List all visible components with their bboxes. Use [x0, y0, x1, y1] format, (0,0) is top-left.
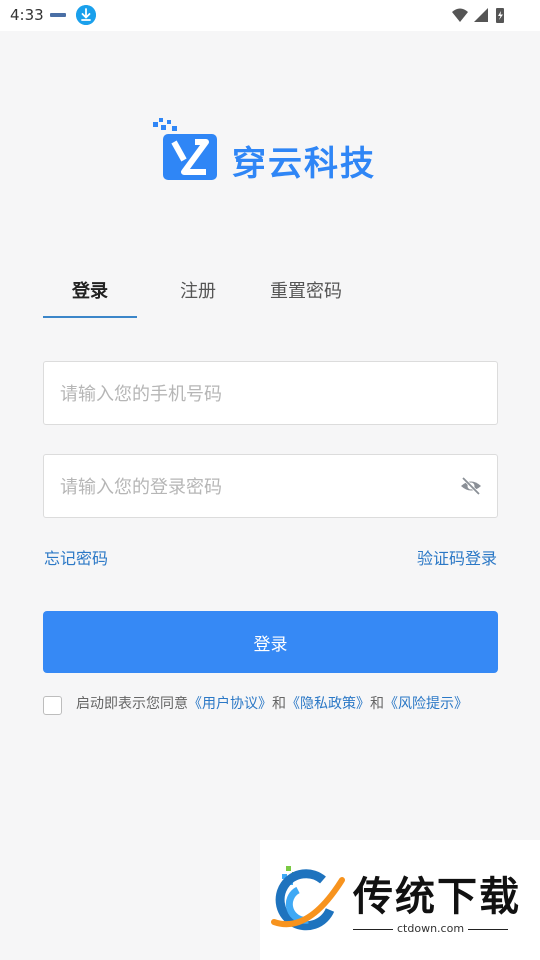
agreement-text: 启动即表示您同意《用户协议》和《隐私政策》和《风险提示》: [76, 694, 468, 714]
status-right-icons: [452, 8, 504, 23]
watermark: 传统下载 ctdown.com: [260, 840, 540, 960]
agreement-checkbox[interactable]: [43, 696, 62, 715]
password-field: [43, 454, 498, 519]
eye-off-icon[interactable]: [459, 475, 483, 497]
sms-login-link[interactable]: 验证码登录: [417, 545, 497, 569]
privacy-policy-link[interactable]: 《隐私政策》: [286, 696, 370, 712]
watermark-line-left: [353, 929, 393, 930]
risk-notice-link[interactable]: 《风险提示》: [384, 696, 468, 712]
status-bar: 4:33: [0, 0, 540, 31]
notification-mini-icon: [50, 13, 66, 17]
wifi-icon: [452, 8, 468, 22]
agreement-prefix: 启动即表示您同意: [76, 696, 188, 712]
brand-name: 穿云科技: [232, 144, 376, 184]
auth-tabs: 登录 注册 重置密码: [43, 270, 498, 318]
watermark-subtitle: ctdown.com: [397, 922, 465, 935]
forgot-password-link[interactable]: 忘记密码: [44, 545, 108, 569]
status-time: 4:33: [10, 6, 44, 24]
agreement-and-2: 和: [370, 696, 384, 712]
user-agreement-link[interactable]: 《用户协议》: [188, 696, 272, 712]
phone-input[interactable]: [58, 362, 462, 426]
phone-field: [43, 361, 498, 426]
watermark-title: 传统下载: [353, 874, 521, 920]
tab-reset-password[interactable]: 重置密码: [258, 270, 354, 316]
password-input[interactable]: [58, 455, 462, 519]
login-button[interactable]: 登录: [43, 611, 498, 673]
brand-logo: 穿云科技: [150, 118, 390, 184]
download-icon: [76, 5, 96, 25]
brand-mark-icon: [153, 118, 217, 180]
tab-login[interactable]: 登录: [43, 270, 137, 316]
agreement-and-1: 和: [272, 696, 286, 712]
watermark-logo-icon: [271, 866, 345, 931]
tab-register[interactable]: 注册: [151, 270, 245, 316]
watermark-line-right: [468, 929, 508, 930]
signal-icon: [474, 8, 488, 22]
active-tab-indicator: [43, 316, 137, 318]
agreement-row: 启动即表示您同意《用户协议》和《隐私政策》和《风险提示》: [43, 694, 503, 718]
